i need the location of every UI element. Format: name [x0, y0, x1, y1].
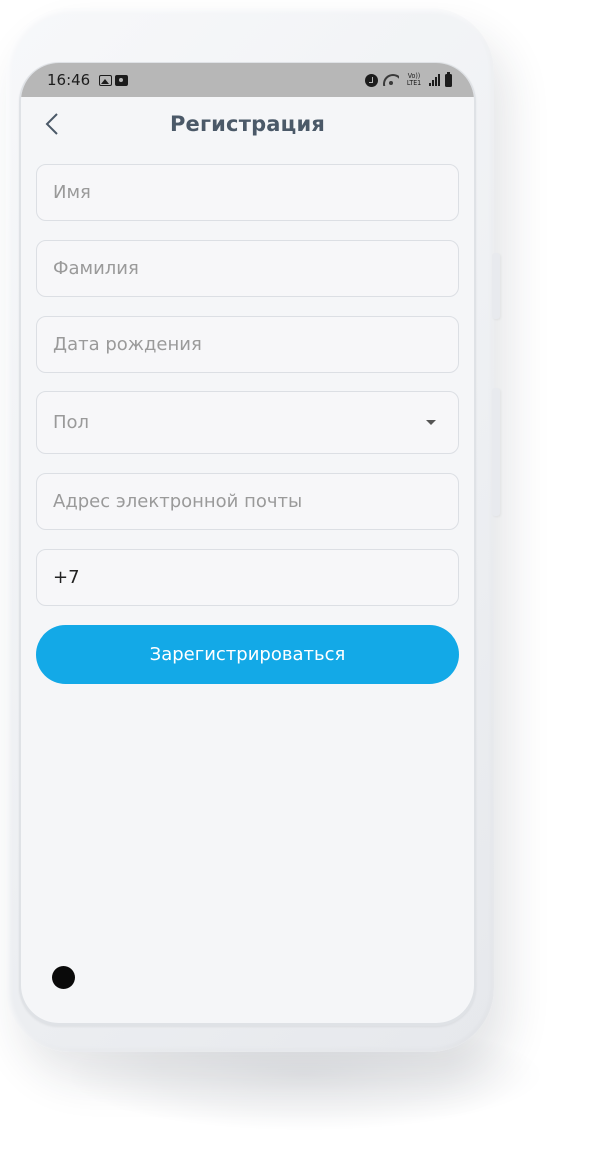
- signal-icon: [429, 74, 440, 86]
- image-icon: [99, 74, 113, 86]
- gender-select[interactable]: Пол: [36, 391, 459, 454]
- app-header: Регистрация: [21, 97, 474, 151]
- status-time: 16:46: [47, 71, 91, 89]
- status-icons: Vo)) LTE1: [365, 71, 452, 87]
- volume-button: [492, 253, 500, 319]
- phone-value: +7: [53, 567, 80, 588]
- status-bar: 16:46 Vo)) LTE1: [21, 63, 474, 97]
- email-field[interactable]: [36, 473, 459, 530]
- last-name-input[interactable]: [53, 258, 442, 279]
- volte-icon: Vo)) LTE1: [404, 73, 424, 87]
- app-screen: 16:46 Vo)) LTE1 Регистрация Имя Фамилия …: [21, 63, 474, 1023]
- email-input[interactable]: [53, 491, 442, 512]
- birth-date-field[interactable]: [36, 316, 459, 373]
- first-name-field[interactable]: [36, 164, 459, 221]
- power-button: [492, 388, 500, 516]
- register-button[interactable]: Зарегистрироваться: [36, 625, 459, 684]
- phone-field[interactable]: +7: [36, 549, 459, 606]
- birth-date-input[interactable]: [53, 334, 442, 355]
- chevron-left-icon: [45, 113, 58, 135]
- page-title: Регистрация: [169, 112, 326, 136]
- first-name-input[interactable]: [53, 182, 442, 203]
- gender-placeholder: Пол: [53, 412, 90, 433]
- wifi-icon: [383, 74, 399, 86]
- battery-icon: [445, 71, 452, 87]
- alarm-icon: [365, 73, 378, 87]
- dropdown-arrow-icon: [426, 420, 436, 425]
- camera-dot: [52, 966, 75, 989]
- volte-bottom-text: LTE1: [406, 79, 422, 87]
- device-mockup: 16:46 Vo)) LTE1 Регистрация Имя Фамилия …: [0, 0, 602, 1161]
- back-button[interactable]: [39, 111, 65, 137]
- last-name-field[interactable]: [36, 240, 459, 297]
- screen-record-icon: [115, 74, 129, 86]
